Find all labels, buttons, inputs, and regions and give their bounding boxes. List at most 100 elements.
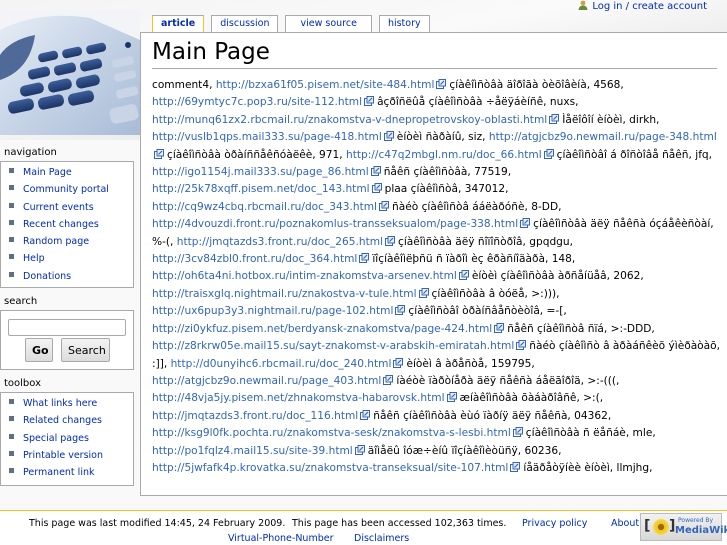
external-link-icon (446, 392, 457, 403)
search-input[interactable] (8, 319, 126, 336)
body-prefix: comment4, (152, 79, 213, 91)
external-link[interactable]: http://c47q2mbgl.nm.ru/doc_66.html (346, 149, 542, 161)
bracket-left-icon: [ (644, 518, 651, 534)
sidebar-item-random-page[interactable]: Random page (9, 233, 133, 250)
entry-text: äîìåëû îóæ÷èíû ïîçíàêîìèòüñÿ, 60236, (367, 444, 562, 457)
external-link-icon (395, 305, 406, 316)
badge-mediawiki: MediaWiki (675, 525, 727, 536)
entry-text: ñàéò çíàêîìñòâ ááëàðóñè, 8-DD, (392, 200, 562, 213)
bullet-icon (9, 237, 14, 243)
external-link[interactable]: http://48vja5jy.pisem.net/zhnakomstva-ha… (152, 392, 445, 404)
external-link-icon (360, 409, 371, 420)
login-link[interactable]: Log in / create account (592, 1, 707, 12)
site-logo[interactable] (0, 10, 140, 135)
personal-tools: Log in / create account (578, 0, 707, 12)
entry-text: çíàêîìñòâî òðàíñâåñòèòîâ, =-[, (408, 305, 567, 318)
sidebar-link[interactable]: Permanent link (23, 467, 94, 478)
tab-view-source[interactable]: view source (285, 15, 372, 32)
entry-text: çíàêîìñòâà ñ ëåñáè, mle, (525, 427, 656, 440)
privacy-policy-link[interactable]: Privacy policy (522, 518, 587, 529)
sidebar-item-community-portal[interactable]: Community portal (9, 181, 133, 198)
external-link[interactable]: http://atgjcbz9o.newmail.ru/page_403.htm… (152, 375, 381, 387)
page-title: Main Page (152, 37, 717, 69)
external-link[interactable]: http://munq61zx2.rbcmail.ru/znakomstva-v… (152, 114, 547, 126)
external-link[interactable]: http://cq9wz4cbq.rbcmail.ru/doc_343.html (152, 201, 377, 213)
toolbox-item-special-pages[interactable]: Special pages (9, 430, 133, 447)
external-link[interactable]: http://69ymtyc7c.pop3.ru/site-112.html (152, 96, 362, 108)
search-button[interactable]: Search (61, 338, 110, 362)
sidebar-item-help[interactable]: Help (9, 250, 133, 267)
sidebar-link[interactable]: Donations (23, 271, 71, 282)
sidebar-item-donations[interactable]: Donations (9, 268, 133, 285)
entry-text: âçðîñëûå çíàêîìñòâà ÷åëÿáèíñê, nuxs, (377, 96, 579, 109)
external-link[interactable]: http://d0unyihc6.rbcmail.ru/doc_240.html (171, 358, 392, 370)
external-link[interactable]: http://atgjcbz9o.newmail.ru/page-348.htm… (489, 131, 717, 143)
external-link[interactable]: http://vuslb1qps.mail333.su/page-418.htm… (152, 131, 382, 143)
external-link[interactable]: http://igo1154j.mail333.su/page_86.html (152, 166, 369, 178)
external-link-icon (516, 340, 527, 351)
about-link[interactable]: About (611, 518, 639, 529)
entry-text: æíàêîìñòâà õàáàðîâñê, >:(, (459, 392, 604, 405)
bullet-icon (9, 254, 14, 260)
external-link[interactable]: http://3cv84zbl0.front.ru/doc_364.html (152, 253, 357, 265)
entry-text: èíòèì çíàêîìñòâà àðñåíüåâ, 2062, (471, 270, 644, 283)
external-link[interactable]: http://jmqtazds3.front.ru/doc_116.html (152, 410, 358, 422)
external-link[interactable]: http://bzxa61f05.pisem.net/site-484.html (216, 79, 435, 91)
external-link-icon (354, 444, 365, 455)
external-link[interactable]: http://5jwfafk4p.krovatka.su/znakomstva-… (152, 462, 508, 474)
external-link[interactable]: http://ksg9l0fk.pochta.ru/znakomstva-ses… (152, 427, 511, 439)
entry-text: ñåêñ çíàêîìñòâà èùó ïàðíÿ äëÿ ñåêñà, 043… (373, 409, 612, 422)
toolbox-item-printable-version[interactable]: Printable version (9, 447, 133, 464)
external-link[interactable]: http://po1fqlz4.mail15.su/site-39.html (152, 445, 353, 457)
external-link[interactable]: http://25k78xqff.pisem.net/doc_143.html (152, 183, 370, 195)
content-area: Main Page comment4, http://bzxa61f05.pis… (140, 32, 727, 496)
bullet-icon (9, 468, 14, 474)
sidebar-link[interactable]: Recent changes (23, 219, 99, 230)
external-link[interactable]: http://traisxglq.nightmail.ru/znakostva-… (152, 288, 417, 300)
sidebar-link[interactable]: Help (23, 253, 45, 264)
bullet-icon (9, 271, 14, 277)
external-link-icon (385, 235, 396, 246)
entry-text: Ìåëîôîí èíòèì, dirkh, (562, 113, 660, 126)
sidebar-link[interactable]: Random page (23, 236, 89, 247)
external-link-icon (512, 427, 523, 438)
toolbox-item-what-links-here[interactable]: What links here (9, 395, 133, 412)
external-link[interactable]: http://ux6pup3y3.nightmail.ru/page-102.h… (152, 305, 393, 317)
sidebar-item-main-page[interactable]: Main Page (9, 164, 133, 181)
sidebar-link[interactable]: Current events (23, 202, 94, 213)
article-body: comment4, http://bzxa61f05.pisem.net/sit… (152, 77, 722, 477)
external-link-icon (494, 322, 505, 333)
phone-keypad-logo-icon (0, 10, 140, 124)
external-link-icon (383, 131, 394, 142)
toolbox-item-related-changes[interactable]: Related changes (9, 412, 133, 429)
disclaimers-link[interactable]: Disclaimers (354, 533, 409, 544)
entry-text: plaa çíàêîìñòâ, 347012, (384, 183, 509, 196)
sidebar-link[interactable]: Printable version (23, 450, 103, 461)
toolbox-item-permanent-link[interactable]: Permanent link (9, 464, 133, 481)
sidebar-item-recent-changes[interactable]: Recent changes (9, 216, 133, 233)
sidebar-link[interactable]: Related changes (23, 415, 102, 426)
tab-history[interactable]: history (378, 15, 430, 32)
sidebar-link[interactable]: What links here (23, 398, 97, 409)
entry-text: ñåêñ çíàêîìñòâà, 77519, (383, 166, 512, 179)
sidebar-link[interactable]: Special pages (23, 433, 89, 444)
entry-text: èíòèì ñàðàíû, siz, (396, 131, 486, 144)
page-tabs: article discussion view source history (152, 15, 437, 32)
go-button[interactable]: Go (25, 338, 53, 362)
sidebar-link[interactable]: Main Page (23, 167, 72, 178)
virtual-phone-number-link[interactable]: Virtual-Phone-Number (228, 533, 334, 544)
external-link-icon (520, 218, 531, 229)
external-link[interactable]: http://zi0ykfuz.pisem.net/berdyansk-znak… (152, 323, 492, 335)
tab-discussion[interactable]: discussion (211, 15, 279, 32)
external-link-icon (364, 96, 375, 107)
external-link[interactable]: http://oh6ta4ni.hotbox.ru/intim-znakomst… (152, 270, 457, 282)
external-link[interactable]: http://jmqtazds3.front.ru/doc_265.html (177, 236, 383, 248)
sidebar-link[interactable]: Community portal (23, 184, 109, 195)
powered-by-mediawiki-badge[interactable]: [ ] Powered By MediaWiki (640, 513, 727, 541)
search-portlet: Go Search (0, 310, 134, 370)
tab-article[interactable]: article (152, 15, 205, 32)
sidebar-item-current-events[interactable]: Current events (9, 199, 133, 216)
external-link[interactable]: http://4dvouzdi.front.ru/poznakomlus-tra… (152, 218, 518, 230)
external-link-icon (393, 357, 404, 368)
external-link[interactable]: http://z8rkrw05e.mail15.su/sayt-znakomst… (152, 340, 514, 352)
